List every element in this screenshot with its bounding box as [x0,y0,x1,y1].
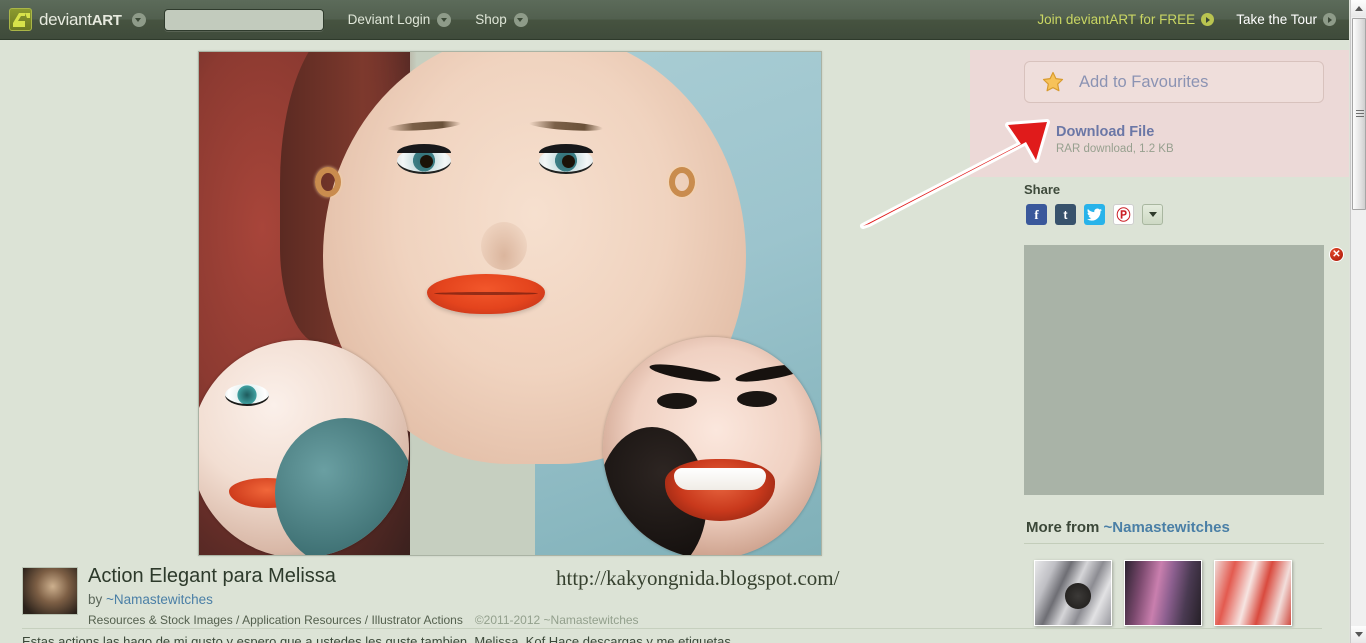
twitter-bird-icon [1087,208,1102,221]
chevron-down-icon [513,12,528,27]
inset-left-teal-overlay [275,418,409,555]
download-meta-label: RAR download, 1.2 KB [1056,143,1174,155]
share-heading: Share [1024,182,1061,197]
deviant-login-menu[interactable]: Deviant Login [348,12,452,27]
artwork-eye-left [397,144,451,174]
shop-label: Shop [475,12,507,27]
more-from-label: More from [1026,519,1104,536]
scroll-down-arrow-icon[interactable] [1351,626,1366,643]
inset-right-teeth [673,467,767,490]
vertical-scrollbar[interactable] [1350,0,1366,643]
logo-wordmark: deviantART [39,9,122,29]
breadcrumb: Resources & Stock Images / Application R… [88,613,639,627]
author-link[interactable]: ~Namastewitches [106,592,213,607]
deviantart-logo[interactable]: deviantART [9,8,122,31]
star-icon [1042,71,1064,92]
chevron-down-icon [437,12,452,27]
artwork-nose [481,222,527,270]
avatar[interactable] [22,567,78,615]
advertisement-placeholder [1024,245,1324,495]
watermark-url: http://kakyongnida.blogspot.com/ [556,566,840,590]
by-label: by [88,592,107,607]
nav-right-group: Join deviantART for FREE Take the Tour [1037,12,1350,27]
join-free-link[interactable]: Join deviantART for FREE [1037,12,1215,27]
inset-right-eye-right [737,391,777,407]
copyright-label: ©2011-2012 ~Namastewitches [474,613,639,627]
more-share-button[interactable] [1142,204,1163,225]
more-from-heading: More from ~Namastewitches [1026,519,1230,536]
deviation-artwork[interactable]: Elegant action [198,51,822,556]
inset-left-eye [225,384,269,406]
deviantart-logo-icon [9,8,32,31]
top-navigation-bar: deviantART Search Deviant Login Shop Joi… [0,0,1350,40]
add-to-favourites-label: Add to Favourites [1079,72,1209,91]
favourites-download-panel: Add to Favourites Download File RAR down… [970,50,1366,177]
scroll-grip-icon [1356,110,1364,118]
play-arrow-icon [1323,13,1336,26]
join-free-label: Join deviantART for FREE [1037,12,1196,27]
author-line: by ~Namastewitches [88,592,213,607]
pinterest-share-button[interactable]: Ⓟ [1113,204,1134,225]
artwork-eye-right [539,144,593,174]
download-arrow-icon [1025,127,1043,145]
scroll-up-arrow-icon[interactable] [1351,0,1366,17]
download-text-group: Download File RAR download, 1.2 KB [1056,124,1174,155]
scroll-thumb[interactable] [1352,18,1366,210]
divider [1024,543,1324,544]
search-input[interactable] [164,9,323,30]
divider [22,628,1322,629]
share-buttons-row: f t Ⓟ [1026,204,1163,225]
download-file-label: Download File [1056,124,1155,140]
page-title: Action Elegant para Melissa [88,565,336,587]
category-path[interactable]: Resources & Stock Images / Application R… [88,613,463,627]
chevron-down-icon[interactable] [131,12,146,27]
twitter-share-button[interactable] [1084,204,1105,225]
deviant-login-label: Deviant Login [347,12,431,27]
artwork-earring-right [669,167,695,197]
download-file-link[interactable]: Download File RAR download, 1.2 KB [1024,124,1174,155]
close-icon[interactable]: ✕ [1329,247,1344,262]
tumblr-share-button[interactable]: t [1055,204,1076,225]
inset-right-eye-left [657,393,697,409]
facebook-share-button[interactable]: f [1026,204,1047,225]
artwork-lips [427,274,545,314]
artwork-canvas [199,52,821,555]
search-box: Search [163,8,324,31]
deviation-description: Estas actions las hago de mi gusto y esp… [22,634,731,643]
take-tour-label: Take the Tour [1236,12,1317,27]
artwork-earring-left [315,167,341,197]
more-from-user-link[interactable]: ~Namastewitches [1104,519,1230,536]
artwork-inset-right [603,337,821,555]
take-tour-link[interactable]: Take the Tour [1236,12,1336,27]
add-to-favourites-button[interactable]: Add to Favourites [1024,61,1324,103]
inset-right-eyebrow-left [648,360,722,386]
shop-menu[interactable]: Shop [475,12,528,27]
play-arrow-icon [1201,13,1215,26]
artwork-inset-left [199,340,409,555]
